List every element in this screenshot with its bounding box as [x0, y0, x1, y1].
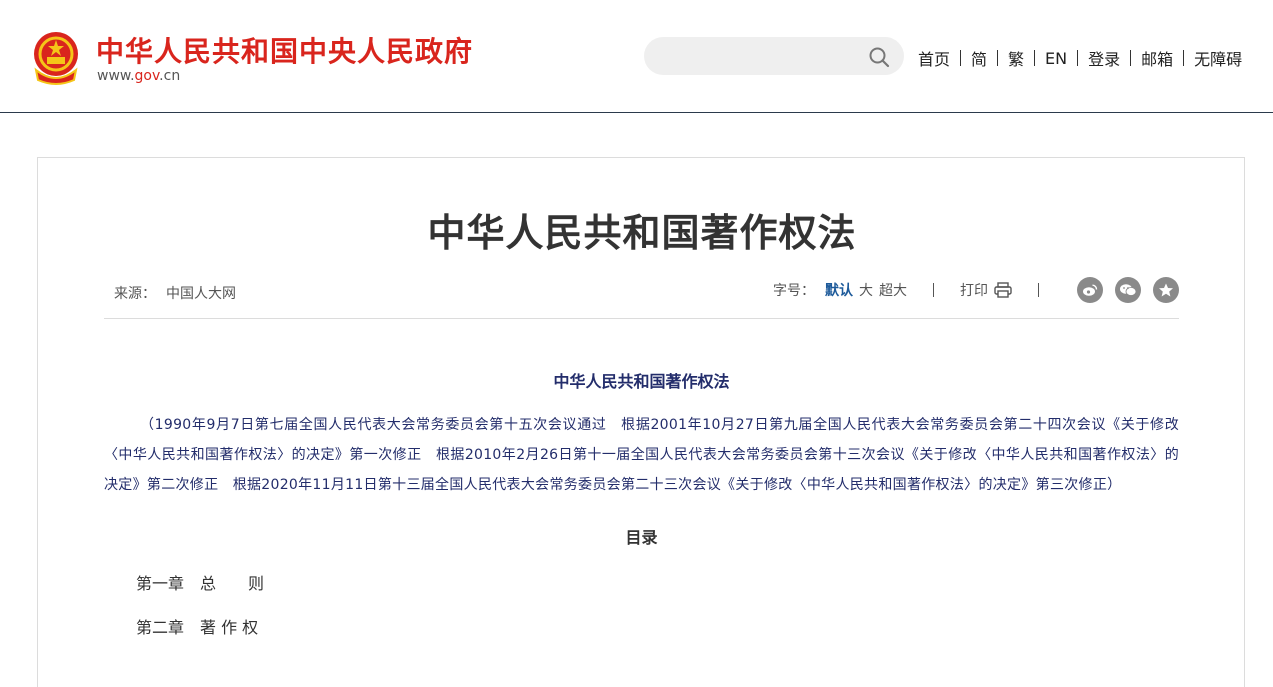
nav-divider	[1034, 50, 1036, 66]
printer-icon	[994, 282, 1012, 298]
top-nav: 首页 简 繁 EN 登录 邮箱 无障碍	[918, 46, 1242, 70]
font-size-large-button[interactable]: 大	[859, 280, 873, 300]
article-meta-bar: 来源： 中国人大网 字号： 默认 大 超大 打印	[104, 271, 1179, 319]
toc-item[interactable]: 第二章 著 作 权	[104, 614, 1179, 638]
toc-item[interactable]: 第一章 总 则	[104, 570, 1179, 594]
article-tools: 字号： 默认 大 超大 打印	[773, 277, 1179, 303]
site-url: www.gov.cn	[97, 68, 180, 84]
nav-divider	[960, 50, 962, 66]
page-title: 中华人民共和国著作权法	[427, 211, 857, 255]
article-panel: 中华人民共和国著作权法 来源： 中国人大网 字号： 默认 大 超大 打印 中华人…	[37, 157, 1245, 687]
toc-title: 目录	[625, 528, 658, 547]
search-input[interactable]	[660, 45, 860, 67]
nav-mail[interactable]: 邮箱	[1141, 46, 1173, 70]
site-header: 中华人民共和国中央人民政府 www.gov.cn 首页 简 繁 EN 登录 邮箱…	[0, 0, 1273, 113]
nav-english[interactable]: EN	[1045, 49, 1067, 68]
nav-accessibility[interactable]: 无障碍	[1194, 46, 1242, 70]
search-icon[interactable]	[868, 46, 890, 68]
nav-simplified[interactable]: 简	[971, 46, 987, 70]
tools-divider	[1038, 283, 1039, 297]
font-size-label: 字号：	[773, 283, 815, 299]
favorite-icon[interactable]	[1153, 277, 1179, 303]
site-name[interactable]: 中华人民共和国中央人民政府	[96, 30, 473, 70]
font-size-xlarge-button[interactable]: 超大	[879, 280, 907, 300]
source-label: 来源：	[114, 286, 156, 302]
article-source: 来源： 中国人大网	[114, 283, 236, 303]
nav-traditional[interactable]: 繁	[1008, 46, 1024, 70]
law-preamble: （1990年9月7日第七届全国人民代表大会常务委员会第十五次会议通过 根据200…	[104, 417, 1179, 493]
tools-divider	[933, 283, 934, 297]
nav-divider	[1183, 50, 1185, 66]
nav-home[interactable]: 首页	[918, 46, 950, 70]
search-box	[644, 37, 904, 75]
site-url-prefix: www.	[97, 68, 135, 84]
law-title: 中华人民共和国著作权法	[553, 372, 730, 391]
weibo-icon[interactable]	[1077, 277, 1103, 303]
article-content: 中华人民共和国著作权法 （1990年9月7日第七届全国人民代表大会常务委员会第十…	[104, 368, 1179, 638]
nav-divider	[1077, 50, 1079, 66]
site-url-suffix: .cn	[159, 68, 181, 84]
nav-divider	[997, 50, 999, 66]
nav-divider	[1130, 50, 1132, 66]
print-button[interactable]: 打印	[960, 280, 1012, 300]
font-size-default-button[interactable]: 默认	[825, 280, 853, 300]
site-url-gov: gov	[134, 68, 160, 84]
national-emblem-icon[interactable]	[30, 30, 82, 86]
wechat-icon[interactable]	[1115, 277, 1141, 303]
source-value: 中国人大网	[166, 286, 236, 302]
print-label: 打印	[960, 283, 988, 299]
nav-login[interactable]: 登录	[1088, 46, 1120, 70]
